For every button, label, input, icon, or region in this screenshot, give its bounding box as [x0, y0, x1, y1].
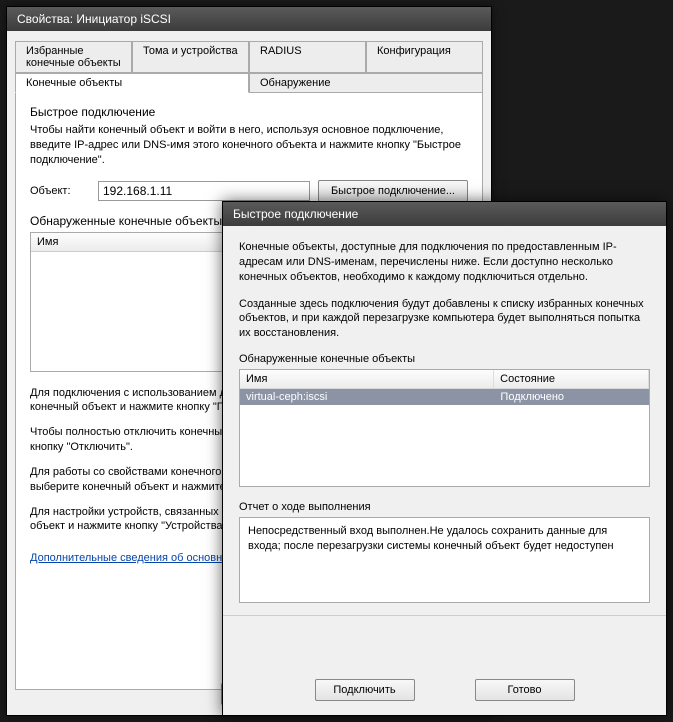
- quick-connect-row: Объект: Быстрое подключение...: [30, 180, 468, 202]
- tab-volumes[interactable]: Тома и устройства: [132, 41, 249, 73]
- table-row[interactable]: virtual-ceph:iscsi Подключено: [240, 389, 649, 405]
- quick-connect-description: Чтобы найти конечный объект и войти в не…: [30, 123, 468, 168]
- modal-body: Конечные объекты, доступные для подключе…: [223, 226, 666, 715]
- col-header-status[interactable]: Состояние: [494, 370, 649, 388]
- modal-list-header: Имя Состояние: [240, 370, 649, 389]
- modal-targets-list[interactable]: Имя Состояние virtual-ceph:iscsi Подключ…: [239, 369, 650, 487]
- modal-para2: Созданные здесь подключения будут добавл…: [239, 297, 650, 342]
- done-button[interactable]: Готово: [475, 679, 575, 701]
- tab-targets[interactable]: Конечные объекты: [15, 73, 249, 93]
- connect-button[interactable]: Подключить: [315, 679, 415, 701]
- cell-name: virtual-ceph:iscsi: [240, 389, 494, 405]
- target-input[interactable]: [98, 181, 310, 201]
- quick-connect-heading: Быстрое подключение: [30, 105, 468, 119]
- tab-discovery[interactable]: Обнаружение: [249, 73, 483, 93]
- quick-connect-dialog: Быстрое подключение Конечные объекты, до…: [222, 201, 667, 716]
- separator: [223, 615, 666, 616]
- modal-titlebar[interactable]: Быстрое подключение: [223, 202, 666, 226]
- cell-status: Подключено: [494, 389, 649, 405]
- report-textbox: Непосредственный вход выполнен.Не удалос…: [239, 517, 650, 603]
- tab-strip: Избранные конечные объекты Тома и устрой…: [15, 41, 483, 93]
- tab-configuration[interactable]: Конфигурация: [366, 41, 483, 73]
- modal-discovered-heading: Обнаруженные конечные объекты: [239, 353, 650, 365]
- target-label: Объект:: [30, 185, 90, 197]
- col-header-name[interactable]: Имя: [240, 370, 494, 388]
- modal-title: Быстрое подключение: [233, 207, 358, 221]
- main-window-titlebar[interactable]: Свойства: Инициатор iSCSI: [7, 7, 491, 31]
- tab-radius[interactable]: RADIUS: [249, 41, 366, 73]
- quick-connect-button[interactable]: Быстрое подключение...: [318, 180, 468, 202]
- report-text: Непосредственный вход выполнен.Не удалос…: [248, 525, 614, 552]
- main-window-title: Свойства: Инициатор iSCSI: [17, 12, 171, 26]
- report-heading: Отчет о ходе выполнения: [239, 501, 650, 513]
- tab-favorites[interactable]: Избранные конечные объекты: [15, 41, 132, 73]
- modal-button-bar: Подключить Готово: [223, 679, 666, 701]
- modal-para1: Конечные объекты, доступные для подключе…: [239, 240, 650, 285]
